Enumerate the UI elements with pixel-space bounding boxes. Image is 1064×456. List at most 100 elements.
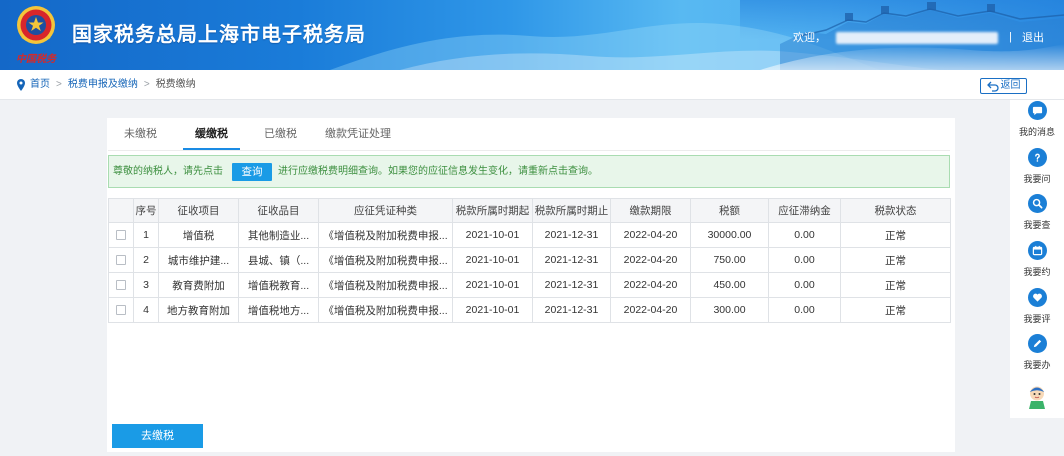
breadcrumb-separator: >: [143, 79, 150, 90]
sidebar-item-label: 我要评: [1023, 314, 1051, 324]
cell-late-fee: 0.00: [768, 272, 841, 298]
cell-period-end: 2021-12-31: [532, 297, 611, 323]
location-pin-icon: [17, 79, 25, 91]
sidebar-item-handle[interactable]: 我要办: [1010, 334, 1064, 376]
cell-tax-status: 正常: [840, 222, 951, 248]
query-button[interactable]: 查询: [232, 163, 272, 181]
cell-tax-amount: 750.00: [690, 247, 769, 273]
logout-link[interactable]: 退出: [1022, 31, 1044, 45]
sidebar-item-review[interactable]: 我要评: [1010, 288, 1064, 330]
cell-levy-subitem: 县城、镇（...: [238, 247, 319, 273]
tax-emblem-logo: 中国税务: [16, 6, 58, 65]
tax-due-table: 序号 征收项目 征收品目 应征凭证种类 税款所属时期起 税款所属时期止 缴款期限…: [108, 198, 951, 323]
cell-levy-item: 城市维护建...: [158, 247, 239, 273]
cell-levy-subitem: 其他制造业...: [238, 222, 319, 248]
header-select: [108, 198, 134, 223]
cell-late-fee: 0.00: [768, 297, 841, 323]
cell-row-number: 1: [133, 222, 159, 248]
pen-icon: [1027, 334, 1047, 353]
tab-voucher-processing[interactable]: 缴款凭证处理: [320, 122, 396, 150]
cell-levy-item: 增值税: [158, 222, 239, 248]
cell-voucher-type: 《增值税及附加税费申报...: [318, 222, 453, 248]
cell-period-start: 2021-10-01: [452, 247, 533, 273]
table-row: 4 地方教育附加 增值税地方... 《增值税及附加税费申报... 2021-10-01 2…: [108, 297, 951, 323]
cell-payment-deadline: 2022-04-20: [610, 247, 691, 273]
tab-deferred[interactable]: 缓缴税: [183, 122, 240, 150]
sidebar-item-label: 我的消息: [1018, 127, 1055, 137]
cell-payment-deadline: 2022-04-20: [610, 222, 691, 248]
cell-voucher-type: 《增值税及附加税费申报...: [318, 272, 453, 298]
row-select-cell: [108, 272, 134, 298]
back-button[interactable]: 返回: [980, 78, 1027, 94]
cell-row-number: 2: [133, 247, 159, 273]
cell-tax-status: 正常: [840, 297, 951, 323]
row-checkbox[interactable]: [116, 280, 126, 291]
notice-banner: 尊敬的纳税人，请先点击 查询 进行应缴税费明细查询。如果您的应征信息发生变化，请…: [108, 155, 950, 188]
sidebar-item-appointment[interactable]: 我要约: [1010, 241, 1064, 283]
breadcrumb-tax-filing[interactable]: 税费申报及缴纳: [68, 78, 138, 92]
back-button-label: 返回: [1000, 80, 1021, 91]
cell-tax-amount: 30000.00: [690, 222, 769, 248]
table-row: 3 教育费附加 增值税教育... 《增值税及附加税费申报... 2021-10-01 20…: [108, 272, 951, 298]
cell-period-start: 2021-10-01: [452, 297, 533, 323]
assistant-mascot-icon[interactable]: [1025, 383, 1049, 410]
pay-tax-button[interactable]: 去缴税: [112, 424, 203, 448]
tab-divider: [108, 150, 950, 151]
breadcrumb-bar: 首页 > 税费申报及缴纳 > 税费缴纳 返回: [0, 70, 1064, 100]
header-period-end: 税款所属时期止: [532, 198, 611, 223]
calendar-icon: [1027, 241, 1047, 260]
tab-paid[interactable]: 已缴税: [252, 122, 309, 150]
question-icon: [1027, 148, 1047, 167]
cell-tax-amount: 300.00: [690, 297, 769, 323]
site-header: 中国税务 国家税务总局上海市电子税务局 欢迎， | 退出: [0, 0, 1064, 70]
cell-tax-status: 正常: [840, 247, 951, 273]
header-voucher-type: 应征凭证种类: [318, 198, 453, 223]
logo-text: 中国税务: [16, 53, 58, 65]
cell-late-fee: 0.00: [768, 247, 841, 273]
cell-voucher-type: 《增值税及附加税费申报...: [318, 297, 453, 323]
cell-period-start: 2021-10-01: [452, 272, 533, 298]
site-title: 国家税务总局上海市电子税务局: [72, 24, 366, 46]
breadcrumb-home[interactable]: 首页: [30, 78, 50, 92]
header-tax-status: 税款状态: [840, 198, 951, 223]
table-row: 2 城市维护建... 县城、镇（... 《增值税及附加税费申报... 2021-10-0…: [108, 247, 951, 273]
welcome-text: 欢迎，: [793, 32, 826, 44]
header-levy-item: 征收项目: [158, 198, 239, 223]
cell-levy-item: 地方教育附加: [158, 297, 239, 323]
tax-payment-panel: 未缴税 缓缴税 已缴税 缴款凭证处理 尊敬的纳税人，请先点击 查询 进行应缴税费…: [107, 118, 955, 452]
cell-levy-subitem: 增值税地方...: [238, 297, 319, 323]
cell-payment-deadline: 2022-04-20: [610, 297, 691, 323]
row-select-cell: [108, 222, 134, 248]
cell-tax-amount: 450.00: [690, 272, 769, 298]
sidebar-item-label: 我要查: [1023, 220, 1051, 230]
sidebar-item-label: 我要约: [1023, 267, 1051, 277]
header-separator: |: [1009, 31, 1012, 43]
row-select-cell: [108, 247, 134, 273]
header-late-fee: 应征滞纳金: [768, 198, 841, 223]
notice-text-before: 尊敬的纳税人，请先点击: [113, 166, 223, 177]
header-row-number: 序号: [133, 198, 159, 223]
row-checkbox[interactable]: [116, 230, 126, 241]
header-period-start: 税款所属时期起: [452, 198, 533, 223]
cell-period-end: 2021-12-31: [532, 222, 611, 248]
table-row: 1 增值税 其他制造业... 《增值税及附加税费申报... 2021-10-01 2021…: [108, 222, 951, 248]
sidebar-item-ask[interactable]: 我要问: [1010, 148, 1064, 190]
service-sidebar: 我的消息 我要问 我要查 我要约 我要评 我要办: [1010, 100, 1064, 418]
header-payment-deadline: 缴款期限: [610, 198, 691, 223]
row-checkbox[interactable]: [116, 255, 126, 266]
sidebar-item-label: 我要问: [1023, 174, 1051, 184]
cell-row-number: 3: [133, 272, 159, 298]
sidebar-item-query[interactable]: 我要查: [1010, 194, 1064, 236]
user-name-redacted: [836, 32, 998, 44]
search-icon: [1027, 194, 1047, 213]
tab-unpaid[interactable]: 未缴税: [112, 122, 169, 150]
message-icon: [1027, 101, 1047, 120]
sidebar-item-messages[interactable]: 我的消息: [1010, 101, 1064, 143]
breadcrumb: 首页 > 税费申报及缴纳 > 税费缴纳: [30, 78, 196, 92]
table-header-row: 序号 征收项目 征收品目 应征凭证种类 税款所属时期起 税款所属时期止 缴款期限…: [108, 198, 951, 223]
cell-payment-deadline: 2022-04-20: [610, 272, 691, 298]
row-checkbox[interactable]: [116, 305, 126, 316]
table-body: 1 增值税 其他制造业... 《增值税及附加税费申报... 2021-10-01 2021…: [108, 222, 951, 323]
header-levy-subitem: 征收品目: [238, 198, 319, 223]
heart-icon: [1027, 288, 1047, 307]
